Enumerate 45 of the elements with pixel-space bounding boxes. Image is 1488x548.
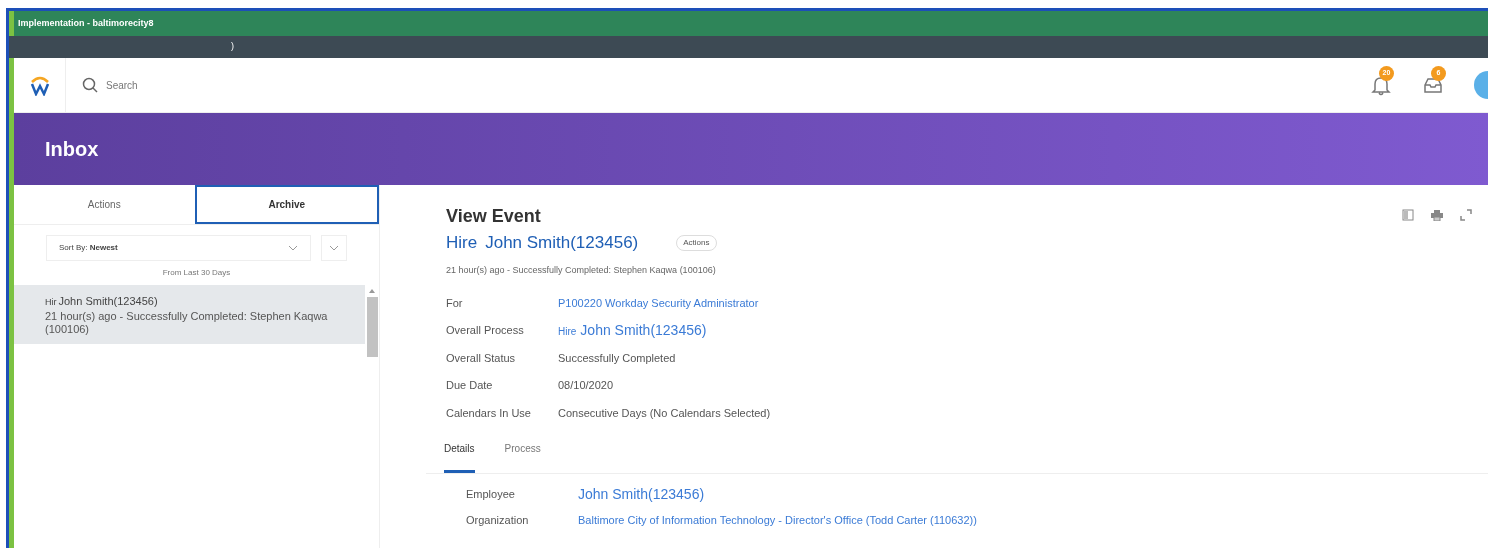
process-type: Hire [558, 324, 577, 339]
event-title-link[interactable]: John Smith(123456) [485, 230, 639, 256]
link[interactable]: John Smith(123456) [578, 484, 705, 505]
chevron-down-icon [329, 245, 339, 251]
link[interactable]: John Smith(123456) [580, 319, 707, 341]
inbox-tab[interactable]: Archive [194, 185, 379, 224]
inbox-tab[interactable]: Actions [14, 185, 195, 224]
field-label: For [446, 295, 464, 311]
event-type: Hire [446, 232, 478, 254]
search-icon [82, 77, 98, 93]
sort-value: Newest [89, 243, 118, 252]
item-title: John Smith(123456) [58, 294, 158, 309]
link[interactable]: P100220 Workday Security Administrator [558, 294, 759, 311]
print-icon[interactable] [1430, 209, 1444, 221]
field-label: Calendars In Use [446, 405, 532, 421]
window-title: Implementation - baltimorecity8 [18, 16, 154, 30]
sort-dropdown[interactable]: Sort By: Newest [46, 235, 311, 261]
filter-note: From Last 30 Days [161, 267, 232, 279]
field-label: Overall Process [446, 323, 525, 338]
item-prefix: Hir [45, 296, 57, 309]
field-value: 08/10/2020 [558, 378, 614, 393]
inbox-item[interactable]: Hir John Smith(123456) 21 hour(s) ago - Successfully Completed: Stephen Kaqwa (100106) [14, 285, 365, 344]
field-label: Due Date [446, 378, 494, 393]
field-label: Organization [466, 513, 530, 529]
detail-tab[interactable]: Process [504, 440, 541, 473]
scrollbar-thumb[interactable] [366, 297, 378, 357]
field-value: Consecutive Days (No Calendars Selected) [558, 405, 771, 421]
detail-tab[interactable]: Details [444, 440, 475, 473]
scroll-up-icon[interactable] [369, 289, 375, 293]
sort-label: Sort By: [59, 243, 89, 252]
bell-icon[interactable] [1370, 74, 1392, 96]
banner-title: Inbox [45, 137, 99, 162]
link[interactable]: Baltimore City of Information Technology - Director's Office (Todd Carter (110632)) [578, 512, 977, 529]
field-label: Employee [466, 487, 516, 503]
chevron-down-icon [288, 245, 298, 251]
event-summary: 21 hour(s) ago - Successfully Completed: Stephen Kaqwa (100106) [446, 263, 717, 277]
field-value: Successfully Completed [558, 350, 676, 366]
toolbar-mark: ) [231, 40, 234, 54]
page-heading: View Event [446, 205, 541, 228]
field-label: Overall Status [446, 350, 517, 366]
panel-icon[interactable] [1402, 209, 1414, 221]
search-field[interactable]: Search [106, 77, 306, 93]
expand-icon[interactable] [1460, 209, 1472, 221]
logo-icon[interactable] [28, 74, 51, 96]
item-summary: 21 hour(s) ago - Successfully Completed: Stephen Kaqwa (100106) [45, 309, 329, 336]
